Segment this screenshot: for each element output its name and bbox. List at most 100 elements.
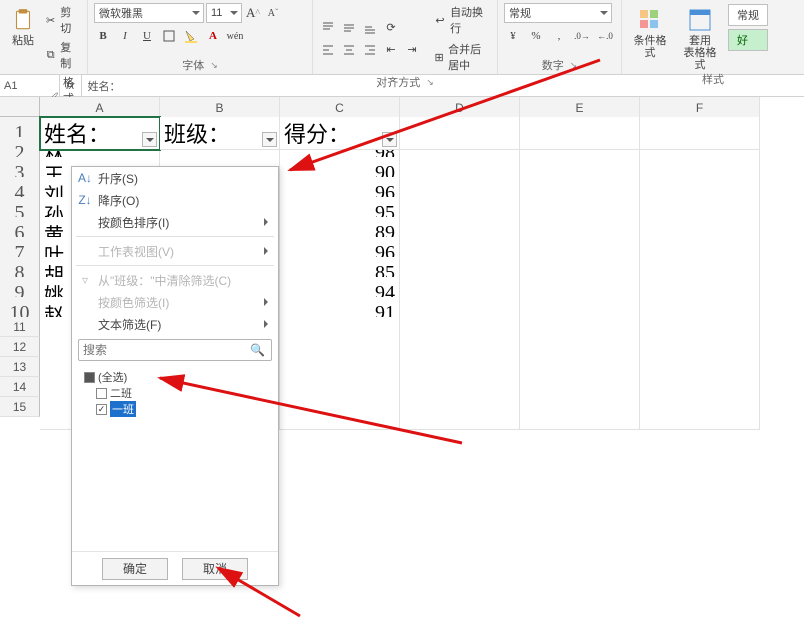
filter-dropdown-button[interactable]	[382, 132, 397, 147]
percent-button[interactable]: %	[527, 27, 545, 45]
ribbon-group-number: 常规 ¥ % , .0→ ←.0 数字 ↘	[498, 0, 622, 74]
column-header[interactable]: C	[280, 97, 400, 119]
align-bottom-button[interactable]	[361, 19, 379, 37]
menu-separator	[76, 236, 274, 237]
wrap-icon: ↩	[434, 13, 446, 27]
cell[interactable]	[520, 117, 640, 150]
comma-button[interactable]: ,	[550, 27, 568, 45]
cond-format-button[interactable]: 条件格式	[628, 3, 672, 59]
checkbox-checked-icon[interactable]	[96, 404, 107, 415]
ribbon-group-alignment: ⟳ ⇤ ⇥ ↩ 自动换行 ⊞ 合并后居中	[313, 0, 498, 74]
ribbon: 粘贴 ✂ 剪切 ⧉ 复制 🖌 格式刷 剪贴板 ↘	[0, 0, 804, 75]
sheet-view-item: 工作表视图(V)	[72, 240, 278, 262]
copy-icon: ⧉	[45, 48, 56, 62]
checkbox-icon[interactable]	[96, 388, 107, 399]
wrap-text-button[interactable]: ↩ 自动换行	[431, 3, 491, 37]
row-header[interactable]: 12	[0, 337, 40, 357]
cell[interactable]: 姓名：	[40, 117, 160, 150]
align-left-button[interactable]	[319, 41, 337, 59]
align-launcher-icon[interactable]: ↘	[426, 77, 434, 88]
increase-decimal-button[interactable]: .0→	[573, 27, 591, 45]
underline-button[interactable]: U	[138, 27, 156, 45]
select-all-item[interactable]: (全选)	[80, 369, 270, 385]
cell-style-good[interactable]: 好	[728, 29, 768, 51]
cell[interactable]	[640, 117, 760, 150]
orientation-button[interactable]: ⟳	[382, 19, 400, 37]
menu-separator	[76, 265, 274, 266]
number-format-combo[interactable]: 常规	[504, 3, 612, 23]
align-center-button[interactable]	[340, 41, 358, 59]
ribbon-group-styles: 条件格式 套用 表格格式 常规 好 样式	[622, 0, 804, 74]
filter-dropdown-button[interactable]	[262, 132, 277, 147]
table-format-button[interactable]: 套用 表格格式	[678, 3, 722, 71]
cell-style-normal[interactable]: 常规	[728, 4, 768, 26]
border-button[interactable]	[160, 27, 178, 45]
cell[interactable]	[400, 117, 520, 150]
row-header[interactable]: 11	[0, 317, 40, 337]
row-header[interactable]: 13	[0, 357, 40, 377]
ok-button[interactable]: 确定	[102, 558, 168, 580]
checkbox-mixed-icon[interactable]	[84, 372, 95, 383]
decrease-font-button[interactable]: Aˇ	[264, 4, 282, 22]
select-all-corner[interactable]	[0, 97, 40, 117]
italic-button[interactable]: I	[116, 27, 134, 45]
cell[interactable]: 得分：	[280, 117, 400, 150]
font-launcher-icon[interactable]: ↘	[210, 60, 218, 71]
sort-by-color-item[interactable]: 按颜色排序(I)	[72, 211, 278, 233]
align-middle-button[interactable]	[340, 19, 358, 37]
filter-dropdown-panel: A↓ 升序(S) Z↓ 降序(O) 按颜色排序(I) 工作表视图(V) ▿ 从"…	[71, 166, 279, 586]
bold-button[interactable]: B	[94, 27, 112, 45]
row-header[interactable]: 14	[0, 377, 40, 397]
cancel-button[interactable]: 取消	[182, 558, 248, 580]
column-header[interactable]: E	[520, 97, 640, 119]
paste-button[interactable]: 粘贴	[6, 3, 40, 47]
table-format-icon	[685, 5, 715, 35]
cell[interactable]	[280, 397, 400, 430]
filter-values-list[interactable]: (全选) 二班 一班	[78, 367, 272, 549]
clear-filter-item: ▿ 从"班级："中清除筛选(C)	[72, 269, 278, 291]
text-filter-item[interactable]: 文本筛选(F)	[72, 313, 278, 335]
search-icon: 🔍	[250, 343, 265, 357]
sort-desc-icon: Z↓	[77, 192, 93, 208]
ribbon-group-clipboard: 粘贴 ✂ 剪切 ⧉ 复制 🖌 格式刷 剪贴板 ↘	[0, 0, 88, 74]
copy-button[interactable]: ⧉ 复制	[42, 38, 81, 72]
sort-desc-item[interactable]: Z↓ 降序(O)	[72, 189, 278, 211]
align-right-button[interactable]	[361, 41, 379, 59]
font-color-button[interactable]: A	[204, 27, 222, 45]
cell[interactable]	[400, 397, 520, 430]
filter-search-box[interactable]: 🔍	[78, 339, 272, 361]
phonetic-button[interactable]: wén	[226, 27, 244, 45]
cell[interactable]	[520, 397, 640, 430]
scissors-icon: ✂	[45, 13, 56, 27]
column-header[interactable]: F	[640, 97, 760, 119]
ribbon-group-font: 微软雅黑 11 A^ Aˇ B I U A	[88, 0, 313, 74]
column-header[interactable]: D	[400, 97, 520, 119]
cut-button[interactable]: ✂ 剪切	[42, 3, 81, 37]
filter-value-item[interactable]: 一班	[80, 401, 270, 417]
paste-label: 粘贴	[12, 35, 34, 47]
decrease-indent-button[interactable]: ⇤	[382, 41, 400, 59]
decrease-decimal-button[interactable]: ←.0	[596, 27, 614, 45]
filter-value-item[interactable]: 二班	[80, 385, 270, 401]
filter-dropdown-button[interactable]	[142, 132, 157, 147]
sort-asc-item[interactable]: A↓ 升序(S)	[72, 167, 278, 189]
merge-icon: ⊞	[434, 50, 444, 64]
column-header[interactable]: B	[160, 97, 280, 119]
font-size-combo[interactable]: 11	[206, 3, 242, 23]
merge-center-button[interactable]: ⊞ 合并后居中	[431, 40, 491, 74]
filter-search-input[interactable]	[83, 343, 267, 357]
column-header[interactable]: A	[40, 97, 160, 119]
filter-by-color-item: 按颜色筛选(I)	[72, 291, 278, 313]
row-header[interactable]: 15	[0, 397, 40, 417]
cell[interactable]	[640, 397, 760, 430]
fill-color-button[interactable]	[182, 27, 200, 45]
align-top-button[interactable]	[319, 19, 337, 37]
clipboard-icon	[8, 5, 38, 35]
cell[interactable]: 班级：	[160, 117, 280, 150]
number-launcher-icon[interactable]: ↘	[570, 60, 578, 71]
increase-indent-button[interactable]: ⇥	[403, 41, 421, 59]
increase-font-button[interactable]: A^	[244, 4, 262, 22]
font-family-combo[interactable]: 微软雅黑	[94, 3, 204, 23]
sort-asc-icon: A↓	[77, 170, 93, 186]
accounting-button[interactable]: ¥	[504, 27, 522, 45]
